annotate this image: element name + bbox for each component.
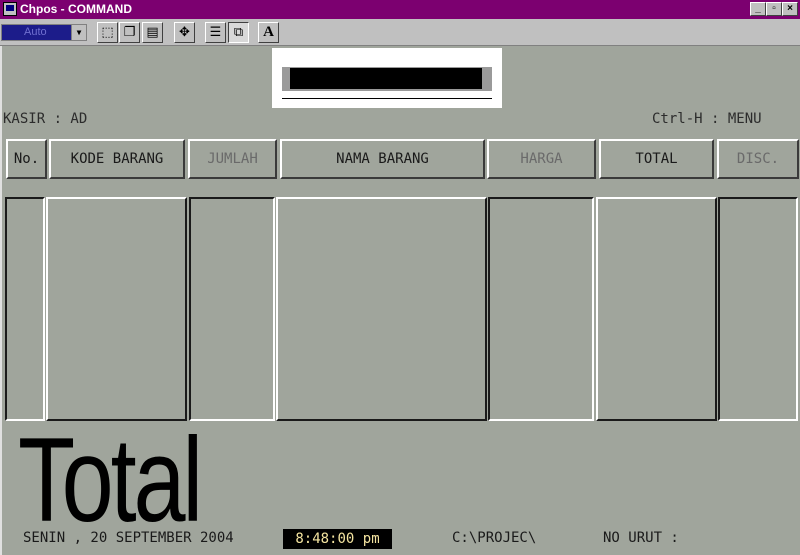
header-total: TOTAL bbox=[599, 139, 714, 179]
title-bar: Chpos - COMMAND _ ▫ × bbox=[0, 0, 800, 19]
properties-button[interactable]: ☰ bbox=[205, 22, 226, 43]
header-harga: HARGA bbox=[487, 139, 596, 179]
column-total bbox=[596, 197, 717, 421]
restore-button[interactable]: ▫ bbox=[766, 2, 782, 16]
close-button[interactable]: × bbox=[782, 2, 798, 16]
column-nama-barang bbox=[276, 197, 487, 421]
clock: 8:48:00 pm bbox=[283, 529, 392, 549]
barcode-underline bbox=[282, 98, 492, 99]
paste-button[interactable]: ▤ bbox=[142, 22, 163, 43]
header-kode-barang: KODE BARANG bbox=[49, 139, 185, 179]
column-no bbox=[5, 197, 45, 421]
font-size-select[interactable]: Auto ▼ bbox=[1, 24, 87, 41]
total-label: Total bbox=[18, 413, 203, 547]
font-button[interactable]: A bbox=[258, 22, 279, 43]
font-size-value: Auto bbox=[24, 26, 47, 38]
background-button[interactable]: ⧉ bbox=[228, 22, 249, 43]
copy-button[interactable]: ❐ bbox=[119, 22, 140, 43]
header-nama-barang: NAMA BARANG bbox=[280, 139, 485, 179]
column-disc bbox=[718, 197, 798, 421]
app-icon[interactable] bbox=[3, 2, 17, 16]
column-jumlah bbox=[189, 197, 275, 421]
window-title: Chpos - COMMAND bbox=[20, 2, 132, 16]
chevron-down-icon[interactable]: ▼ bbox=[71, 25, 86, 40]
menu-hint: Ctrl-H : MENU bbox=[652, 111, 762, 127]
header-jumlah: JUMLAH bbox=[188, 139, 277, 179]
cashier-label: KASIR : AD bbox=[3, 111, 88, 127]
column-harga bbox=[488, 197, 594, 421]
toolbar: Auto ▼ ⬚ ❐ ▤ ✥ ☰ ⧉ A bbox=[0, 19, 800, 46]
fullscreen-button[interactable]: ✥ bbox=[174, 22, 195, 43]
mark-button[interactable]: ⬚ bbox=[97, 22, 118, 43]
no-urut-label: NO URUT : bbox=[603, 530, 679, 546]
minimize-button[interactable]: _ bbox=[750, 2, 766, 16]
column-kode-barang bbox=[46, 197, 187, 421]
header-disc: DISC. bbox=[717, 139, 799, 179]
header-no: No. bbox=[6, 139, 47, 179]
barcode-input[interactable] bbox=[290, 68, 482, 89]
date-label: SENIN , 20 SEPTEMBER 2004 bbox=[23, 530, 234, 546]
path-label: C:\PROJEC\ bbox=[452, 530, 537, 546]
